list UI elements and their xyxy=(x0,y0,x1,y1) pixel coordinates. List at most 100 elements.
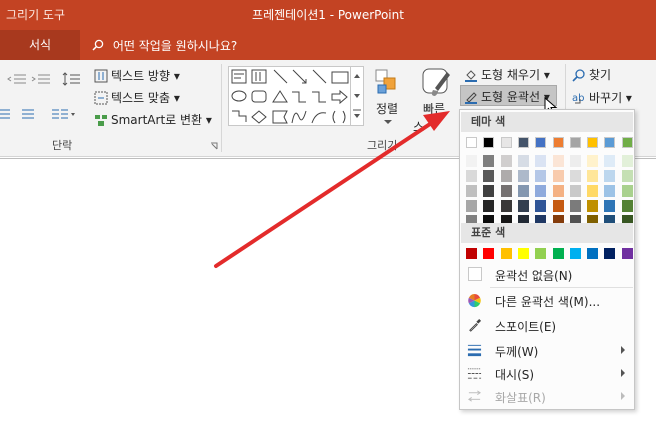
theme-shade-swatch[interactable] xyxy=(552,170,564,182)
theme-color-swatch[interactable] xyxy=(552,137,564,148)
theme-shade-swatch[interactable] xyxy=(604,185,616,197)
theme-shade-swatch[interactable] xyxy=(621,200,633,212)
theme-shade-swatch[interactable] xyxy=(483,185,495,197)
shapes-gallery[interactable] xyxy=(228,66,351,126)
theme-shade-swatch[interactable] xyxy=(587,185,599,197)
standard-color-swatch[interactable] xyxy=(466,248,477,259)
drawing-group-label: 그리기 xyxy=(367,139,398,152)
paint-bucket-icon xyxy=(465,70,477,82)
tab-format[interactable]: 서식 xyxy=(0,30,80,60)
standard-color-swatch[interactable] xyxy=(535,248,547,259)
theme-shade-swatch[interactable] xyxy=(517,155,529,167)
dashes-icon xyxy=(467,368,482,379)
weight-item[interactable]: 두께(W) xyxy=(461,338,633,362)
paragraph-dialog-launcher-icon[interactable] xyxy=(210,142,218,150)
tell-me-placeholder: 어떤 작업을 원하시나요? xyxy=(112,39,238,53)
standard-color-swatch[interactable] xyxy=(587,248,599,259)
align-icon[interactable] xyxy=(0,107,10,121)
theme-color-swatch[interactable] xyxy=(587,137,599,148)
group-separator xyxy=(221,64,222,152)
arrange-dropdown-icon[interactable] xyxy=(384,120,392,125)
submenu-arrow-icon xyxy=(621,392,625,400)
more-outline-colors-item[interactable]: 다른 윤곽선 색(M)... xyxy=(461,288,633,312)
theme-shade-swatch[interactable] xyxy=(517,200,529,212)
arrows-item[interactable]: 화살표(R) xyxy=(461,384,633,408)
theme-shade-swatch[interactable] xyxy=(621,185,633,197)
standard-color-swatch[interactable] xyxy=(517,248,529,259)
standard-color-swatch[interactable] xyxy=(552,248,564,259)
theme-shade-swatch[interactable] xyxy=(552,155,564,167)
smartart-convert-button[interactable]: SmartArt로 변환 ▾ xyxy=(94,111,212,128)
quick-styles-icon[interactable] xyxy=(421,66,451,100)
indent-icons[interactable] xyxy=(6,72,50,86)
theme-shade-swatch[interactable] xyxy=(483,200,495,212)
theme-shade-swatch[interactable] xyxy=(587,155,599,167)
find-button[interactable]: 찾기 xyxy=(572,66,611,83)
color-wheel-icon xyxy=(468,293,481,308)
theme-color-swatch[interactable] xyxy=(604,137,616,148)
eyedropper-item[interactable]: 스포이트(E) xyxy=(461,313,633,337)
theme-color-swatch[interactable] xyxy=(466,137,477,148)
theme-shade-swatch[interactable] xyxy=(535,185,547,197)
theme-shade-swatch[interactable] xyxy=(466,170,477,182)
quick-styles-label-2[interactable]: 스 xyxy=(413,118,424,135)
theme-shade-swatch[interactable] xyxy=(483,155,495,167)
standard-color-swatch[interactable] xyxy=(569,248,581,259)
theme-shade-swatch[interactable] xyxy=(569,185,581,197)
theme-color-swatch[interactable] xyxy=(569,137,581,148)
theme-shade-swatch[interactable] xyxy=(569,170,581,182)
theme-shade-swatch[interactable] xyxy=(517,170,529,182)
theme-color-swatch[interactable] xyxy=(500,137,512,148)
theme-shade-swatch[interactable] xyxy=(500,185,512,197)
theme-shade-swatch[interactable] xyxy=(535,200,547,212)
columns-icon[interactable] xyxy=(52,107,76,121)
title-bar: 그리기 도구 프레젠테이션1 - PowerPoint xyxy=(0,0,656,30)
shapes-gallery-scrollbar[interactable] xyxy=(351,66,364,126)
theme-shade-swatch[interactable] xyxy=(604,200,616,212)
theme-shade-swatch[interactable] xyxy=(466,155,477,167)
distribute-icon[interactable] xyxy=(22,107,34,121)
dashes-item[interactable]: 대시(S) xyxy=(461,361,633,385)
theme-shade-swatch[interactable] xyxy=(621,170,633,182)
theme-shade-swatch[interactable] xyxy=(466,200,477,212)
theme-shade-swatch[interactable] xyxy=(621,155,633,167)
theme-color-swatch[interactable] xyxy=(483,137,495,148)
shape-outline-button[interactable]: 도형 윤곽선 ▾ xyxy=(460,85,557,106)
theme-shade-swatch[interactable] xyxy=(552,200,564,212)
text-direction-button[interactable]: 텍스트 방향 ▾ xyxy=(94,67,180,84)
shape-fill-button[interactable]: 도형 채우기 ▾ xyxy=(464,66,550,83)
theme-shade-swatch[interactable] xyxy=(535,155,547,167)
arrange-icon[interactable] xyxy=(374,68,398,96)
theme-shade-swatch[interactable] xyxy=(500,155,512,167)
standard-color-swatch[interactable] xyxy=(621,248,633,259)
theme-shade-swatch[interactable] xyxy=(587,200,599,212)
replace-button[interactable]: ab 바꾸기 ▾ xyxy=(572,89,632,106)
tell-me-search[interactable]: 어떤 작업을 원하시나요? xyxy=(92,37,237,54)
theme-shade-swatch[interactable] xyxy=(535,170,547,182)
no-outline-item[interactable]: 윤곽선 없음(N) xyxy=(461,262,633,286)
smartart-icon xyxy=(95,115,107,126)
standard-color-swatch[interactable] xyxy=(500,248,512,259)
theme-shade-swatch[interactable] xyxy=(483,170,495,182)
theme-color-swatch[interactable] xyxy=(517,137,529,148)
theme-shade-swatch[interactable] xyxy=(587,170,599,182)
theme-shade-swatch[interactable] xyxy=(569,155,581,167)
align-text-button[interactable]: 텍스트 맞춤 ▾ xyxy=(94,89,180,106)
line-spacing-icon[interactable] xyxy=(62,72,82,86)
theme-shade-swatch[interactable] xyxy=(500,170,512,182)
arrange-label[interactable]: 정렬 xyxy=(376,100,398,117)
theme-shade-swatch[interactable] xyxy=(466,185,477,197)
theme-shade-swatch[interactable] xyxy=(500,200,512,212)
theme-colors-header: 테마 색 xyxy=(461,112,633,132)
theme-shade-swatch[interactable] xyxy=(604,170,616,182)
theme-shade-swatch[interactable] xyxy=(569,200,581,212)
standard-color-swatch[interactable] xyxy=(604,248,616,259)
standard-color-swatch[interactable] xyxy=(483,248,495,259)
quick-styles-label-1[interactable]: 빠른 xyxy=(423,100,445,117)
theme-shade-swatch[interactable] xyxy=(552,185,564,197)
find-label: 찾기 xyxy=(589,68,612,82)
theme-color-swatch[interactable] xyxy=(535,137,547,148)
theme-shade-swatch[interactable] xyxy=(517,185,529,197)
theme-color-swatch[interactable] xyxy=(621,137,633,148)
theme-shade-swatch[interactable] xyxy=(604,155,616,167)
